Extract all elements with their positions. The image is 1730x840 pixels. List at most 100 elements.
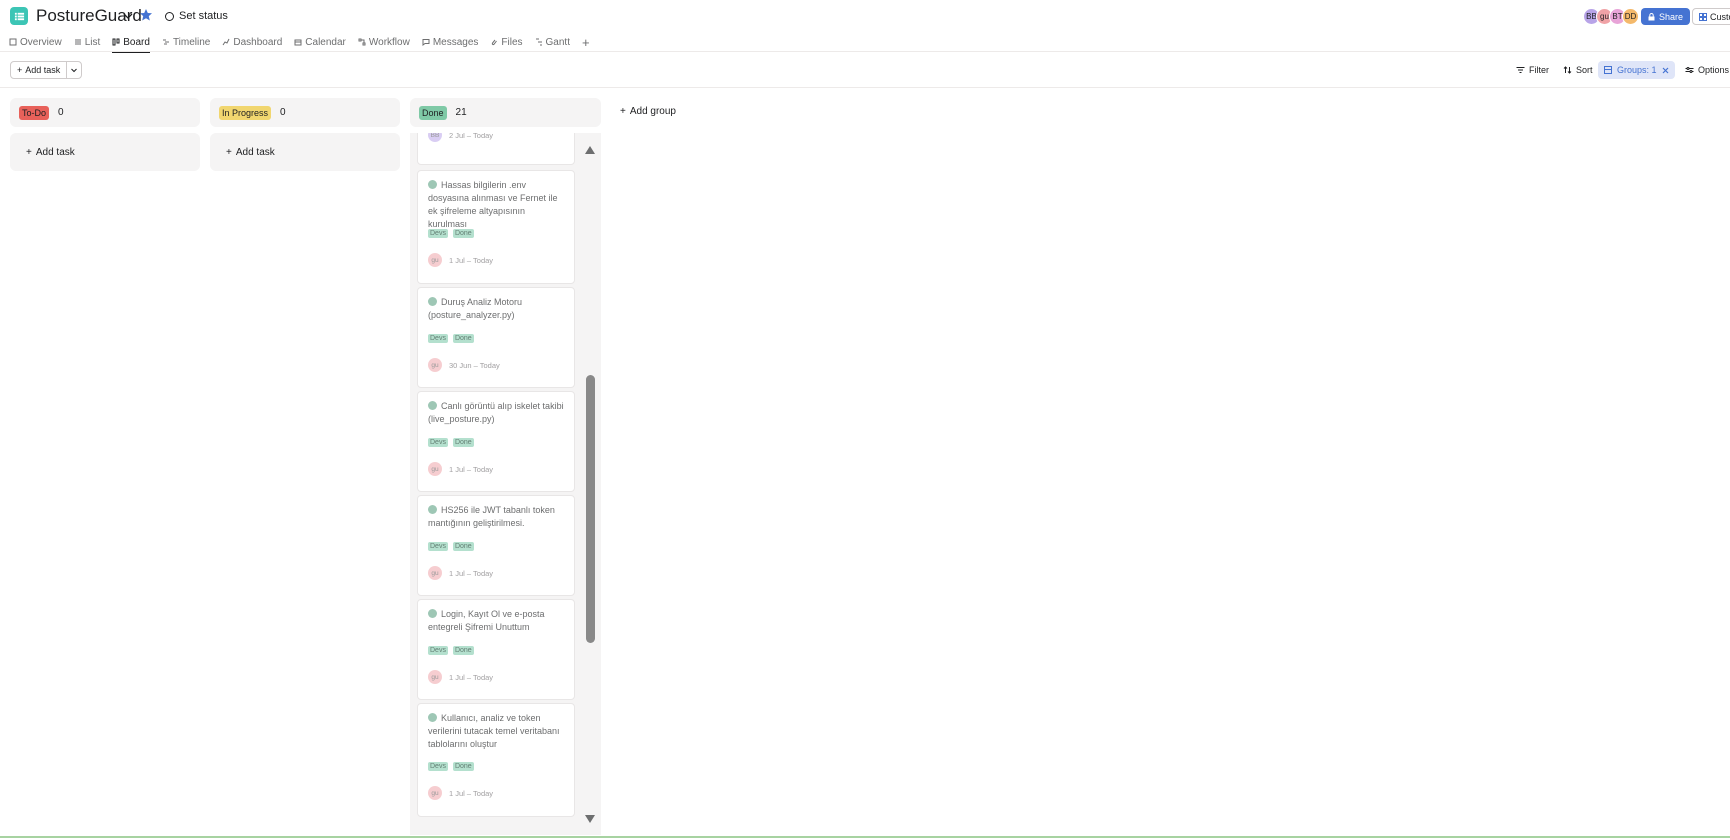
filter-button[interactable]: Filter bbox=[1516, 61, 1549, 79]
task-title: Login, Kayıt Ol ve e-posta entegreli Şif… bbox=[428, 609, 545, 632]
add-tab-button[interactable]: + bbox=[582, 32, 590, 52]
assignee-avatar[interactable]: gu bbox=[428, 253, 442, 267]
task-card[interactable]: Login, Kayıt Ol ve e-posta entegreli Şif… bbox=[417, 599, 575, 700]
toolbar-divider bbox=[0, 87, 1730, 88]
close-icon[interactable] bbox=[1662, 67, 1669, 74]
scroll-down-arrow-icon[interactable] bbox=[584, 814, 596, 824]
tab-label: Messages bbox=[432, 36, 479, 48]
task-meta: gu 30 Jun – Today bbox=[428, 358, 500, 372]
tab-label: Dashboard bbox=[233, 36, 283, 48]
task-card[interactable]: HS256 ile JWT tabanlı token mantığının g… bbox=[417, 495, 575, 596]
completed-check-icon[interactable] bbox=[428, 713, 437, 722]
task-card[interactable]: BB 2 Jul – Today bbox=[417, 133, 575, 165]
tab-label: Gantt bbox=[545, 36, 570, 48]
add-task-label: Add task bbox=[235, 146, 275, 158]
completed-check-icon[interactable] bbox=[428, 401, 437, 410]
member-avatars[interactable]: BB gu BT DD bbox=[1583, 8, 1639, 25]
share-label: Share bbox=[1659, 11, 1684, 22]
task-tags: Devs Done bbox=[428, 762, 474, 771]
column-count: 21 bbox=[455, 107, 467, 118]
column-add-task-button[interactable]: + Add task bbox=[10, 133, 200, 171]
tab-files[interactable]: Files bbox=[490, 32, 523, 52]
task-title: Duruş Analiz Motoru (posture_analyzer.py… bbox=[428, 297, 523, 320]
assignee-avatar[interactable]: gu bbox=[428, 670, 442, 684]
add-group-button[interactable]: + Add group bbox=[620, 106, 676, 117]
task-card[interactable]: Canlı görüntü alıp iskelet takibi (live_… bbox=[417, 391, 575, 492]
task-tags: Devs Done bbox=[428, 334, 474, 343]
scroll-up-arrow-icon[interactable] bbox=[584, 145, 596, 155]
task-meta: gu 1 Jul – Today bbox=[428, 786, 493, 800]
task-tags: Devs Done bbox=[428, 646, 474, 655]
tag: Devs bbox=[428, 438, 448, 447]
assignee-avatar[interactable]: gu bbox=[428, 786, 442, 800]
options-button[interactable]: Options bbox=[1685, 61, 1729, 79]
completed-check-icon[interactable] bbox=[428, 297, 437, 306]
project-header: PostureGuard Set status BB gu BT DD Share C… bbox=[0, 0, 1730, 32]
avatar[interactable]: DD bbox=[1622, 8, 1639, 25]
task-dates: 30 Jun – Today bbox=[449, 360, 500, 370]
sort-icon bbox=[1563, 66, 1572, 74]
task-dates: 1 Jul – Today bbox=[449, 788, 494, 798]
column-header[interactable]: In Progress 0 bbox=[210, 98, 400, 127]
completed-check-icon[interactable] bbox=[428, 505, 437, 514]
groups-chip[interactable]: Groups: 1 bbox=[1598, 61, 1675, 79]
tab-board[interactable]: Board bbox=[112, 32, 150, 53]
completed-check-icon[interactable] bbox=[428, 180, 437, 189]
tab-list[interactable]: List bbox=[74, 32, 100, 52]
tab-gantt[interactable]: Gantt bbox=[535, 32, 570, 52]
tab-dashboard[interactable]: Dashboard bbox=[222, 32, 282, 52]
tabs-divider bbox=[0, 51, 1730, 52]
plus-icon: + bbox=[620, 106, 626, 117]
assignee-avatar[interactable]: BB bbox=[428, 133, 442, 142]
dashboard-icon bbox=[222, 38, 230, 46]
tag: Devs bbox=[428, 334, 448, 343]
tag: Done bbox=[452, 334, 474, 343]
column-header[interactable]: Done 21 bbox=[410, 98, 601, 127]
tag: Done bbox=[452, 762, 474, 771]
assignee-avatar[interactable]: gu bbox=[428, 358, 442, 372]
add-task-button[interactable]: + Add task bbox=[11, 62, 68, 78]
tag: Done bbox=[452, 438, 474, 447]
tab-overview[interactable]: Overview bbox=[9, 32, 62, 52]
completed-check-icon[interactable] bbox=[428, 609, 437, 618]
tag: Done bbox=[452, 542, 474, 551]
task-dates: 1 Jul – Today bbox=[449, 672, 494, 682]
tab-label: Overview bbox=[20, 36, 62, 48]
assignee-avatar[interactable]: gu bbox=[428, 462, 442, 476]
assignee-avatar[interactable]: gu bbox=[428, 566, 442, 580]
tab-timeline[interactable]: Timeline bbox=[162, 32, 210, 52]
task-card[interactable]: Hassas bilgilerin .env dosyasına alınmas… bbox=[417, 170, 575, 284]
customize-button[interactable]: Custom bbox=[1692, 8, 1730, 25]
tab-calendar[interactable]: Calendar bbox=[294, 32, 346, 52]
view-tabs: Overview List Board Timeline Dashboard Calend… bbox=[9, 32, 590, 53]
share-button[interactable]: Share bbox=[1641, 8, 1691, 25]
tab-label: Timeline bbox=[172, 36, 211, 48]
done-column-card-list[interactable]: BB 2 Jul – Today Hassas bilgilerin .env do… bbox=[410, 133, 601, 835]
column-header[interactable]: To-Do 0 bbox=[10, 98, 200, 127]
column-count: 0 bbox=[280, 107, 286, 118]
status-circle-icon bbox=[165, 11, 174, 21]
tag: Done bbox=[452, 229, 474, 238]
chevron-down-icon[interactable] bbox=[122, 10, 134, 22]
tab-messages[interactable]: Messages bbox=[422, 32, 479, 52]
tag: Devs bbox=[428, 646, 448, 655]
task-card[interactable]: Kullanıcı, analiz ve token verilerini tu… bbox=[417, 703, 575, 817]
tab-label: Files bbox=[501, 36, 523, 48]
add-task-label: Add task bbox=[35, 146, 75, 158]
column-add-task-button[interactable]: + Add task bbox=[210, 133, 400, 171]
tab-workflow[interactable]: Workflow bbox=[358, 32, 410, 52]
plus-icon: + bbox=[17, 65, 23, 75]
messages-icon bbox=[422, 39, 430, 46]
plus-icon: + bbox=[26, 146, 32, 158]
task-meta: gu 1 Jul – Today bbox=[428, 462, 493, 476]
sort-button[interactable]: Sort bbox=[1563, 61, 1593, 79]
star-icon[interactable] bbox=[139, 8, 153, 22]
project-list-icon[interactable] bbox=[10, 7, 28, 25]
gantt-icon bbox=[535, 38, 542, 46]
set-status-button[interactable]: Set status bbox=[165, 10, 228, 22]
customize-icon bbox=[1699, 12, 1707, 21]
task-card[interactable]: Duruş Analiz Motoru (posture_analyzer.py… bbox=[417, 287, 575, 388]
task-title: Canlı görüntü alıp iskelet takibi (live_… bbox=[428, 401, 564, 424]
add-task-dropdown-button[interactable] bbox=[67, 62, 81, 78]
scrollbar-thumb[interactable] bbox=[586, 375, 595, 643]
